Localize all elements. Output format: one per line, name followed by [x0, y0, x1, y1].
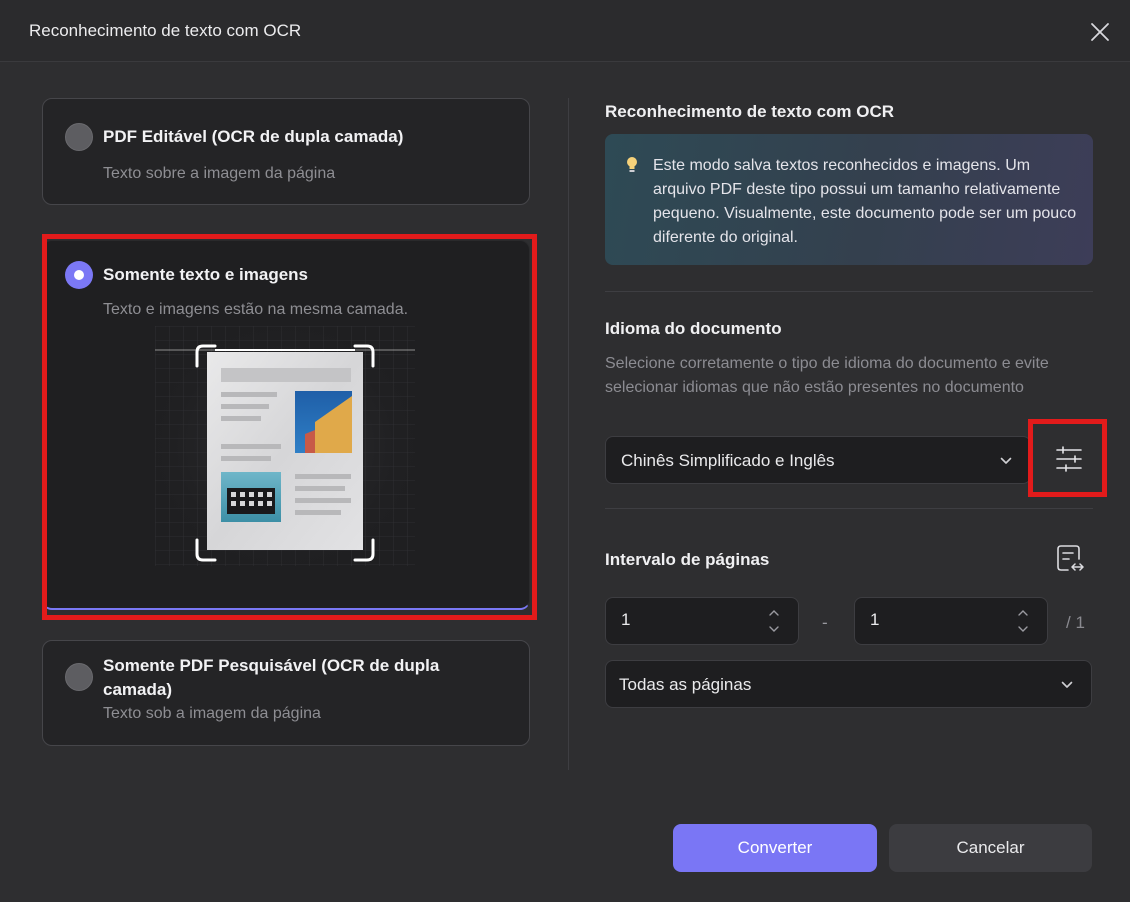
range-separator: -: [822, 613, 828, 632]
page-range-button[interactable]: [1056, 543, 1084, 575]
close-button[interactable]: [1086, 18, 1114, 46]
convert-button[interactable]: Converter: [673, 824, 877, 872]
language-settings-button[interactable]: [1036, 434, 1102, 492]
language-heading: Idioma do documento: [605, 319, 782, 338]
cancel-button[interactable]: Cancelar: [889, 824, 1092, 872]
option-card-searchable-pdf[interactable]: Somente PDF Pesquisável (OCR de dupla ca…: [42, 640, 530, 746]
option-card-text-and-images[interactable]: Somente texto e imagens Texto e imagens …: [42, 240, 530, 610]
option-subtitle: Texto e imagens estão na mesma camada.: [103, 301, 409, 318]
option-title-line1: Somente PDF Pesquisável (OCR de dupla: [103, 656, 440, 675]
language-select[interactable]: Chinês Simplificado e Inglês: [605, 436, 1031, 484]
page-range-icon: [1057, 545, 1084, 571]
language-help-text: Selecione corretamente o tipo de idioma …: [605, 355, 1049, 396]
page-to-field[interactable]: [870, 610, 990, 630]
stepper-arrows-icon[interactable]: [768, 607, 780, 635]
chevron-down-icon: [1000, 457, 1012, 464]
page-from-input[interactable]: [605, 597, 799, 645]
lightbulb-icon: [627, 157, 637, 172]
vertical-divider: [568, 98, 569, 770]
option-title: Somente texto e imagens: [103, 265, 309, 284]
divider: [605, 508, 1093, 509]
sliders-icon: [1056, 446, 1082, 472]
option-card-editable-pdf[interactable]: PDF Editável (OCR de dupla camada) Texto…: [42, 98, 530, 205]
option-title-line2: camada): [103, 680, 172, 699]
option-subtitle: Texto sobre a imagem da página: [103, 165, 336, 182]
info-panel: Este modo salva textos reconhecidos e im…: [605, 134, 1093, 265]
divider: [605, 291, 1093, 292]
option-title: PDF Editável (OCR de dupla camada): [103, 127, 404, 146]
chevron-down-icon: [1061, 681, 1073, 688]
language-selected-value: Chinês Simplificado e Inglês: [621, 451, 835, 470]
page-from-field[interactable]: [621, 610, 741, 630]
radio-searchable-pdf[interactable]: [65, 663, 93, 691]
dialog-title: Reconhecimento de texto com OCR: [29, 21, 302, 40]
stepper-arrows-icon[interactable]: [1017, 607, 1029, 635]
dialog-body: PDF Editável (OCR de dupla camada) Texto…: [0, 62, 1130, 902]
close-icon: [1091, 23, 1109, 41]
pages-selected-value: Todas as páginas: [619, 675, 752, 694]
radio-text-and-images[interactable]: [65, 261, 93, 289]
ocr-mode-heading: Reconhecimento de texto com OCR: [605, 102, 895, 121]
document-scan-illustration: [155, 326, 415, 566]
pages-select[interactable]: Todas as páginas: [605, 660, 1092, 708]
page-range-heading: Intervalo de páginas: [605, 550, 770, 569]
title-bar: Reconhecimento de texto com OCR: [0, 0, 1130, 62]
info-text: Este modo salva textos reconhecidos e im…: [653, 157, 1077, 246]
page-total: / 1: [1066, 613, 1085, 632]
radio-editable-pdf[interactable]: [65, 123, 93, 151]
option-subtitle: Texto sob a imagem da página: [103, 705, 321, 722]
page-to-input[interactable]: [854, 597, 1048, 645]
